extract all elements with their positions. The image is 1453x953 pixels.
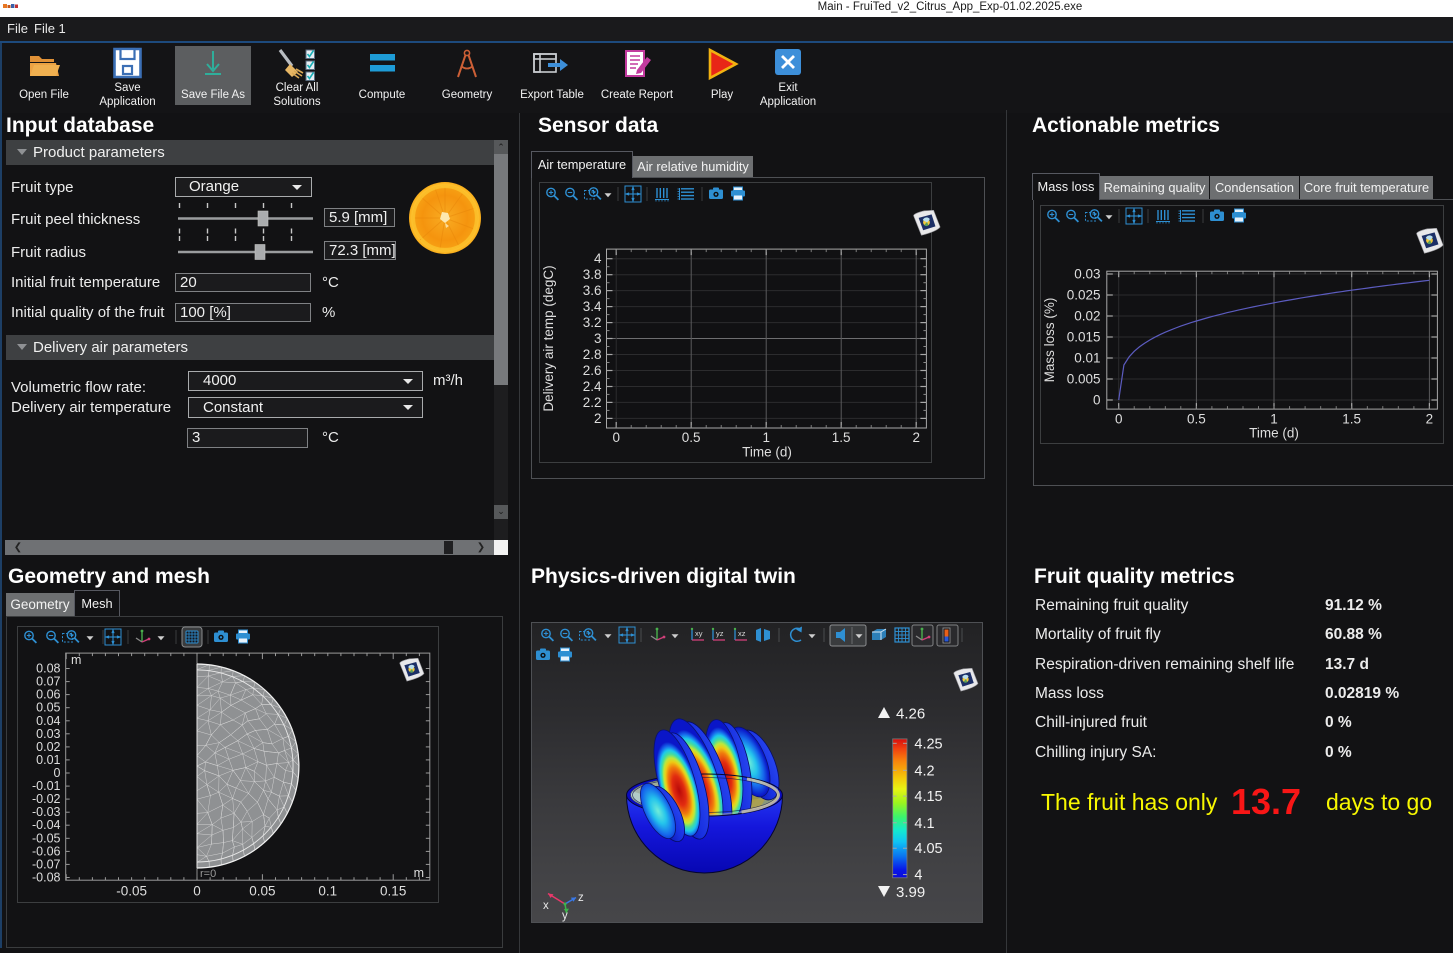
svg-text:2: 2 xyxy=(594,411,602,426)
svg-text:2.2: 2.2 xyxy=(583,395,602,410)
svg-text:-0.07: -0.07 xyxy=(32,857,61,871)
svg-text:-0.08: -0.08 xyxy=(32,871,61,885)
svg-text:4: 4 xyxy=(594,251,602,266)
svg-text:-0.05: -0.05 xyxy=(116,884,147,899)
svg-text:3.6: 3.6 xyxy=(583,283,602,298)
svg-text:m: m xyxy=(71,653,81,667)
svg-text:0.05: 0.05 xyxy=(36,701,60,715)
svg-text:0.025: 0.025 xyxy=(1067,288,1101,303)
svg-text:0.08: 0.08 xyxy=(36,662,60,676)
svg-text:0.07: 0.07 xyxy=(36,675,60,689)
svg-text:4.2: 4.2 xyxy=(914,763,934,779)
svg-text:2.4: 2.4 xyxy=(583,379,602,394)
svg-text:0.01: 0.01 xyxy=(1074,351,1100,366)
svg-text:yz: yz xyxy=(716,629,724,638)
svg-text:r=0: r=0 xyxy=(200,868,216,880)
svg-text:0.02: 0.02 xyxy=(36,740,60,754)
svg-text:3.99: 3.99 xyxy=(896,884,925,901)
svg-text:-0.06: -0.06 xyxy=(32,844,61,858)
svg-text:0.06: 0.06 xyxy=(36,688,60,702)
svg-text:0.04: 0.04 xyxy=(36,714,60,728)
svg-text:1: 1 xyxy=(1270,412,1278,427)
svg-text:m: m xyxy=(414,866,424,880)
svg-text:-0.03: -0.03 xyxy=(32,805,61,819)
svg-text:0.05: 0.05 xyxy=(249,884,275,899)
svg-text:Mass loss (%): Mass loss (%) xyxy=(1042,298,1057,383)
svg-text:Delivery air temp (degC): Delivery air temp (degC) xyxy=(541,265,556,411)
svg-text:0: 0 xyxy=(1093,393,1101,408)
svg-text:4.05: 4.05 xyxy=(914,841,942,857)
svg-text:Time (d): Time (d) xyxy=(742,445,792,460)
svg-text:0: 0 xyxy=(193,884,201,899)
svg-text:x: x xyxy=(543,900,549,912)
svg-text:0.03: 0.03 xyxy=(36,727,60,741)
svg-text:1.5: 1.5 xyxy=(832,430,851,445)
svg-text:3: 3 xyxy=(594,331,602,346)
svg-text:-0.02: -0.02 xyxy=(32,792,61,806)
svg-text:Time (d): Time (d) xyxy=(1249,426,1299,441)
svg-text:1.5: 1.5 xyxy=(1342,412,1361,427)
svg-text:-0.05: -0.05 xyxy=(32,831,61,845)
svg-text:0.1: 0.1 xyxy=(318,884,337,899)
svg-text:4.26: 4.26 xyxy=(896,706,925,723)
svg-text:0.03: 0.03 xyxy=(1074,267,1100,282)
svg-text:3.4: 3.4 xyxy=(583,299,602,314)
svg-text:3.8: 3.8 xyxy=(583,267,602,282)
svg-text:-0.04: -0.04 xyxy=(32,818,61,832)
svg-text:4.1: 4.1 xyxy=(914,816,934,832)
svg-text:2.8: 2.8 xyxy=(583,347,602,362)
svg-text:1: 1 xyxy=(762,430,770,445)
svg-text:0.5: 0.5 xyxy=(682,430,701,445)
svg-text:y: y xyxy=(562,910,568,922)
svg-text:0.15: 0.15 xyxy=(380,884,406,899)
svg-text:4.15: 4.15 xyxy=(914,789,942,805)
svg-text:0: 0 xyxy=(54,766,61,780)
svg-text:4: 4 xyxy=(914,868,922,884)
svg-text:2: 2 xyxy=(1426,412,1434,427)
svg-text:xz: xz xyxy=(738,629,746,638)
svg-text:0: 0 xyxy=(612,430,620,445)
svg-text:z: z xyxy=(578,892,584,904)
svg-text:-0.01: -0.01 xyxy=(32,779,61,793)
svg-text:0.5: 0.5 xyxy=(1187,412,1206,427)
svg-text:2.6: 2.6 xyxy=(583,363,602,378)
svg-text:0.02: 0.02 xyxy=(1074,309,1100,324)
svg-text:xy: xy xyxy=(695,629,703,638)
svg-text:3.2: 3.2 xyxy=(583,315,602,330)
svg-text:0.005: 0.005 xyxy=(1067,372,1101,387)
svg-text:0.01: 0.01 xyxy=(36,753,60,767)
svg-text:0.015: 0.015 xyxy=(1067,330,1101,345)
svg-text:2: 2 xyxy=(912,430,920,445)
svg-text:4.25: 4.25 xyxy=(914,736,942,752)
svg-text:0: 0 xyxy=(1115,412,1123,427)
